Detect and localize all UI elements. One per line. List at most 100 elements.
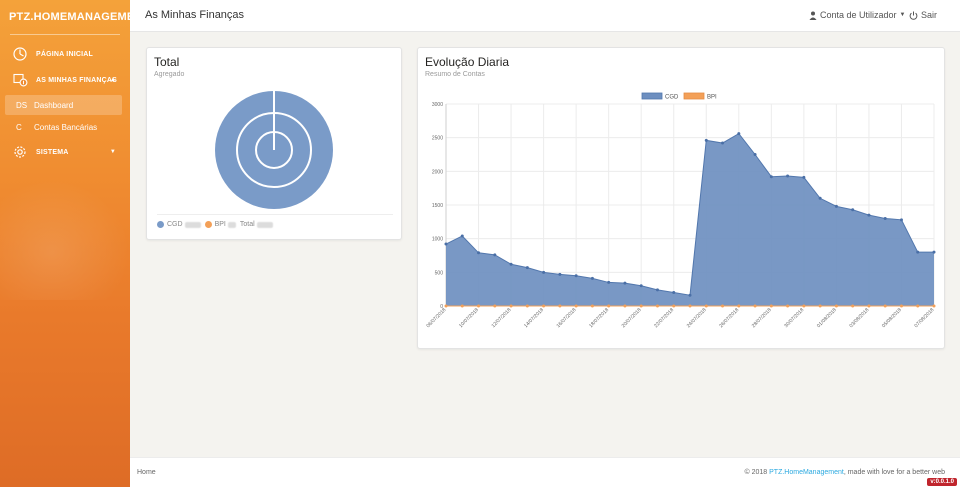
y-tick-label: 1500 bbox=[432, 203, 443, 209]
data-point-bpi bbox=[525, 304, 529, 308]
data-point-cgd bbox=[655, 288, 659, 292]
footer-copyright: © 2018 PTZ.HomeManagement, made with lov… bbox=[745, 469, 946, 476]
subitem-label: Contas Bancárias bbox=[34, 122, 98, 132]
data-point-cgd bbox=[753, 153, 757, 156]
data-point-bpi bbox=[639, 304, 643, 308]
evolution-line-chart: 05001000150020002500300006/07/2018 10/07/… bbox=[425, 92, 936, 329]
brand-logo[interactable]: PTZ.HOMEMANAGEMENT bbox=[0, 0, 130, 34]
copyright-prefix: © 2018 bbox=[744, 469, 770, 476]
legend-dot-cgd bbox=[157, 221, 164, 228]
sidebar-item-pagina-inicial[interactable]: PÁGINA INICIAL bbox=[0, 41, 130, 67]
sidebar-subitem-dashboard[interactable]: DS Dashboard bbox=[5, 95, 122, 115]
data-point-bpi bbox=[883, 304, 887, 308]
data-point-bpi bbox=[655, 304, 659, 308]
data-point-bpi bbox=[802, 304, 806, 308]
gear-icon bbox=[12, 144, 28, 160]
data-point-bpi bbox=[460, 304, 464, 308]
data-point-bpi bbox=[737, 304, 741, 308]
user-account-label: Conta de Utilizador bbox=[820, 10, 897, 20]
logout-label: Sair bbox=[921, 10, 938, 20]
chevron-down-icon: ▼ bbox=[109, 149, 116, 155]
sidebar-item-label: SISTEMA bbox=[36, 148, 69, 156]
data-point-bpi bbox=[721, 304, 725, 308]
finance-submenu: DS Dashboard C Contas Bancárias bbox=[0, 95, 130, 137]
data-point-bpi bbox=[818, 304, 822, 308]
series-area-cgd bbox=[446, 133, 934, 306]
x-tick-label: 07/08/2018 bbox=[913, 307, 935, 329]
redacted-value bbox=[227, 221, 236, 228]
legend-label-cgd: CGD bbox=[167, 221, 183, 228]
copyright-suffix: , made with love for a better web bbox=[843, 469, 945, 476]
version-badge: v:0.0.1.0 bbox=[927, 478, 957, 486]
data-point-bpi bbox=[493, 304, 497, 308]
legend-label-total: Total bbox=[239, 221, 255, 228]
data-point-cgd bbox=[834, 204, 838, 208]
logout-button[interactable]: Sair bbox=[909, 10, 937, 20]
sidebar-nav: PÁGINA INICIAL AS MINHAS FINANÇAS ▲ DS D… bbox=[0, 41, 130, 165]
data-point-bpi bbox=[574, 304, 578, 308]
finance-icon bbox=[12, 72, 28, 88]
x-tick-label: 20/07/2018 bbox=[621, 307, 643, 329]
x-tick-label: 05/08/2018 bbox=[881, 307, 903, 329]
data-point-bpi bbox=[916, 304, 920, 308]
data-point-cgd bbox=[558, 272, 562, 276]
data-point-cgd bbox=[509, 262, 513, 266]
x-tick-label: 18/07/2018 bbox=[588, 307, 610, 329]
legend-swatch-bpi bbox=[683, 92, 705, 100]
data-point-cgd bbox=[883, 216, 887, 220]
data-point-cgd bbox=[672, 291, 676, 295]
footer-home-link[interactable]: Home bbox=[137, 469, 156, 476]
data-point-bpi bbox=[444, 304, 448, 308]
x-tick-label: 10/07/2018 bbox=[458, 307, 480, 329]
data-point-bpi bbox=[607, 304, 611, 308]
data-point-cgd bbox=[460, 234, 464, 238]
legend-label-bpi: BPI bbox=[707, 95, 717, 101]
x-tick-label: 30/07/2018 bbox=[783, 307, 805, 329]
data-point-cgd bbox=[688, 293, 692, 297]
data-point-bpi bbox=[867, 304, 871, 308]
data-point-cgd bbox=[721, 141, 725, 145]
data-point-cgd bbox=[867, 213, 871, 217]
data-point-bpi bbox=[899, 304, 903, 308]
y-tick-label: 1000 bbox=[432, 237, 443, 243]
x-tick-label: 06/07/2018 bbox=[425, 307, 447, 329]
y-tick-label: 3000 bbox=[432, 102, 443, 108]
footer-brand-link[interactable]: PTZ.HomeManagement bbox=[769, 469, 844, 476]
topbar: As Minhas Finanças Conta de Utilizador ▼… bbox=[130, 0, 960, 32]
data-point-cgd bbox=[802, 175, 806, 179]
sidebar-item-minhas-financas[interactable]: AS MINHAS FINANÇAS ▲ bbox=[0, 67, 130, 93]
sidebar-item-sistema[interactable]: SISTEMA ▼ bbox=[0, 139, 130, 165]
caret-down-icon: ▼ bbox=[899, 12, 906, 18]
data-point-cgd bbox=[818, 196, 822, 200]
data-point-bpi bbox=[590, 304, 594, 308]
evolution-card: Evolução Diaria Resumo de Contas 0 500 100… bbox=[417, 47, 945, 349]
data-point-cgd bbox=[525, 266, 529, 270]
data-point-cgd bbox=[444, 242, 448, 246]
data-point-cgd bbox=[623, 281, 627, 285]
data-point-cgd bbox=[590, 276, 594, 280]
data-point-bpi bbox=[672, 304, 676, 308]
y-tick-label: 2000 bbox=[432, 169, 443, 175]
legend-swatch-cgd bbox=[641, 92, 663, 100]
data-point-cgd bbox=[851, 208, 855, 212]
sidebar: PTZ.HOMEMANAGEMENT PÁGINA INICIAL AS MIN… bbox=[0, 0, 130, 487]
data-point-bpi bbox=[542, 304, 546, 308]
x-tick-label: 16/07/2018 bbox=[556, 307, 578, 329]
x-tick-label: 12/07/2018 bbox=[491, 307, 513, 329]
data-point-cgd bbox=[786, 174, 790, 178]
data-point-cgd bbox=[737, 132, 741, 136]
sidebar-subitem-contas-bancarias[interactable]: C Contas Bancárias bbox=[5, 117, 122, 137]
redacted-value bbox=[184, 221, 201, 228]
total-card: Total Agregado CGD BPI Total bbox=[146, 47, 402, 240]
user-account-dropdown[interactable]: Conta de Utilizador ▼ bbox=[809, 10, 906, 20]
x-tick-label: 28/07/2018 bbox=[751, 307, 773, 329]
user-icon bbox=[809, 11, 817, 20]
data-point-bpi bbox=[769, 304, 773, 308]
chevron-up-icon: ▲ bbox=[109, 77, 116, 83]
x-tick-label: 14/07/2018 bbox=[523, 307, 545, 329]
sidebar-item-label: PÁGINA INICIAL bbox=[36, 50, 93, 58]
subitem-abbr: C bbox=[16, 122, 22, 132]
data-point-cgd bbox=[704, 138, 708, 142]
data-point-bpi bbox=[509, 304, 513, 308]
data-point-bpi bbox=[932, 304, 936, 308]
